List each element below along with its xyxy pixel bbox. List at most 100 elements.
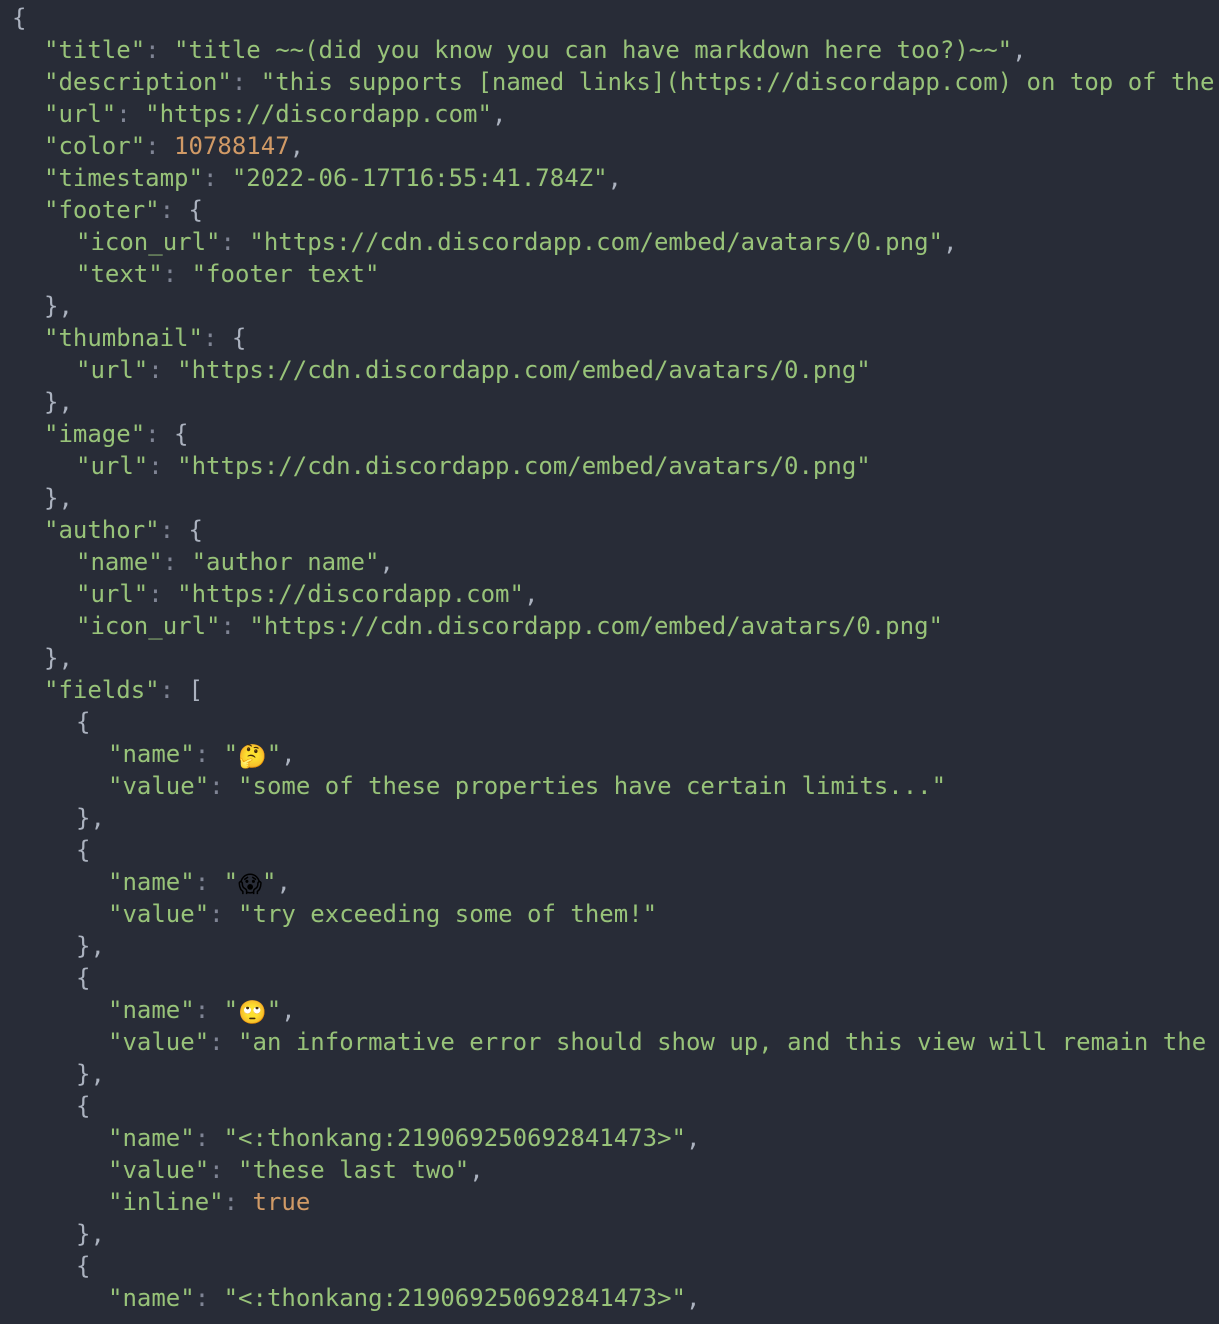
- code-line[interactable]: {: [0, 834, 1219, 866]
- code-token-p: ,: [607, 164, 622, 192]
- code-line[interactable]: "icon_url": "https://cdn.discordapp.com/…: [0, 610, 1219, 642]
- code-token-k: "color": [44, 132, 146, 160]
- code-token-p: },: [44, 292, 73, 320]
- code-line[interactable]: "fields": [: [0, 674, 1219, 706]
- code-line[interactable]: "footer": {: [0, 194, 1219, 226]
- code-token-p: ,: [469, 1156, 484, 1184]
- code-line[interactable]: },: [0, 802, 1219, 834]
- code-line[interactable]: },: [0, 1218, 1219, 1250]
- code-line[interactable]: {: [0, 706, 1219, 738]
- code-line[interactable]: "text": "footer text": [0, 258, 1219, 290]
- code-token-c: :: [116, 100, 131, 128]
- code-token-c: :: [202, 324, 218, 352]
- code-token-p: },: [44, 644, 73, 672]
- code-token-c: :: [209, 1156, 224, 1184]
- code-token-p: },: [76, 1060, 105, 1088]
- code-token-k: "url": [44, 100, 117, 128]
- code-line[interactable]: "name": "<:thonkang:219069250692841473>"…: [0, 1122, 1219, 1154]
- code-token-c: :: [223, 1188, 239, 1216]
- code-token-p: },: [76, 804, 105, 832]
- code-line[interactable]: "image": {: [0, 418, 1219, 450]
- code-token-k: "value": [108, 1028, 210, 1056]
- code-token-p: ,: [281, 996, 296, 1024]
- code-token-p: [: [174, 676, 203, 704]
- code-line[interactable]: "value": "an informative error should sh…: [0, 1026, 1219, 1058]
- code-token-c: :: [159, 516, 175, 544]
- code-line[interactable]: "thumbnail": {: [0, 322, 1219, 354]
- code-line[interactable]: },: [0, 386, 1219, 418]
- code-token-c: :: [209, 1028, 224, 1056]
- code-token-c: :: [194, 1124, 210, 1152]
- code-line[interactable]: {: [0, 962, 1219, 994]
- code-line[interactable]: "url": "https://cdn.discordapp.com/embed…: [0, 450, 1219, 482]
- code-token-s: "<:thonkang:219069250692841473>": [209, 1124, 686, 1152]
- code-token-p: {: [76, 1092, 91, 1120]
- code-line[interactable]: },: [0, 642, 1219, 674]
- code-token-c: :: [209, 900, 224, 928]
- code-token-s: "title ~~(did you know you can have mark…: [159, 36, 1013, 64]
- code-line[interactable]: "title": "title ~~(did you know you can …: [0, 34, 1219, 66]
- code-line[interactable]: },: [0, 1058, 1219, 1090]
- code-token-s: "author name": [177, 548, 380, 576]
- code-token-k: "footer": [44, 196, 160, 224]
- code-line[interactable]: "url": "https://cdn.discordapp.com/embed…: [0, 354, 1219, 386]
- code-line[interactable]: "value": "try exceeding some of them!": [0, 898, 1219, 930]
- code-line[interactable]: "name": "🙄",: [0, 994, 1219, 1026]
- code-line[interactable]: "description": "this supports [named lin…: [0, 66, 1219, 98]
- code-token-k: "value": [108, 900, 210, 928]
- code-token-k: "name": [76, 548, 163, 576]
- code-token-k: "name": [108, 996, 195, 1024]
- code-token-s: "these last two": [223, 1156, 470, 1184]
- code-token-k: "author": [44, 516, 160, 544]
- code-token-c: :: [194, 1284, 210, 1312]
- code-line[interactable]: "url": "https://discordapp.com",: [0, 98, 1219, 130]
- code-token-s: "https://discordapp.com": [130, 100, 492, 128]
- code-token-p: {: [174, 516, 203, 544]
- code-line[interactable]: "timestamp": "2022-06-17T16:55:41.784Z",: [0, 162, 1219, 194]
- code-line[interactable]: "author": {: [0, 514, 1219, 546]
- emoji-icon: 🙄: [238, 1000, 267, 1026]
- code-line[interactable]: },: [0, 930, 1219, 962]
- code-line[interactable]: },: [0, 482, 1219, 514]
- code-token-k: "inline": [108, 1188, 224, 1216]
- code-token-c: :: [145, 36, 160, 64]
- code-line[interactable]: "name": "😱",: [0, 866, 1219, 898]
- code-token-p: {: [12, 4, 27, 32]
- code-token-s: "2022-06-17T16:55:41.784Z": [217, 164, 608, 192]
- code-line[interactable]: "value": "some of these properties have …: [0, 770, 1219, 802]
- code-token-c: :: [145, 132, 160, 160]
- code-line[interactable]: "icon_url": "https://cdn.discordapp.com/…: [0, 226, 1219, 258]
- code-token-p: ,: [289, 132, 305, 160]
- code-token-k: "thumbnail": [44, 324, 203, 352]
- code-line[interactable]: "url": "https://discordapp.com",: [0, 578, 1219, 610]
- code-line[interactable]: "value": "these last two",: [0, 1154, 1219, 1186]
- code-line[interactable]: "name": "🤔",: [0, 738, 1219, 770]
- code-token-s: ": [209, 996, 239, 1024]
- code-content[interactable]: {"title": "title ~~(did you know you can…: [0, 2, 1219, 1314]
- code-line[interactable]: "inline": true: [0, 1186, 1219, 1218]
- code-line[interactable]: },: [0, 290, 1219, 322]
- json-code-editor[interactable]: {"title": "title ~~(did you know you can…: [0, 0, 1219, 1324]
- code-line[interactable]: {: [0, 1250, 1219, 1282]
- code-line[interactable]: "color": 10788147,: [0, 130, 1219, 162]
- code-token-k: "image": [44, 420, 146, 448]
- code-token-s: "https://cdn.discordapp.com/embed/avatar…: [234, 228, 943, 256]
- code-token-c: :: [148, 580, 163, 608]
- code-token-k: "url": [76, 452, 149, 480]
- code-token-p: {: [76, 1252, 91, 1280]
- code-line[interactable]: "name": "<:thonkang:219069250692841473>"…: [0, 1282, 1219, 1314]
- code-token-k: "url": [76, 356, 149, 384]
- emoji-icon: 😱: [238, 872, 263, 898]
- code-token-k: "url": [76, 580, 149, 608]
- code-token-k: "timestamp": [44, 164, 203, 192]
- code-token-c: :: [159, 676, 175, 704]
- code-token-p: {: [159, 420, 189, 448]
- code-token-c: :: [148, 356, 163, 384]
- code-token-p: },: [76, 932, 105, 960]
- code-line[interactable]: "name": "author name",: [0, 546, 1219, 578]
- code-line[interactable]: {: [0, 2, 1219, 34]
- code-token-c: :: [231, 68, 247, 96]
- code-token-c: :: [194, 740, 210, 768]
- code-line[interactable]: {: [0, 1090, 1219, 1122]
- code-token-c: :: [162, 548, 178, 576]
